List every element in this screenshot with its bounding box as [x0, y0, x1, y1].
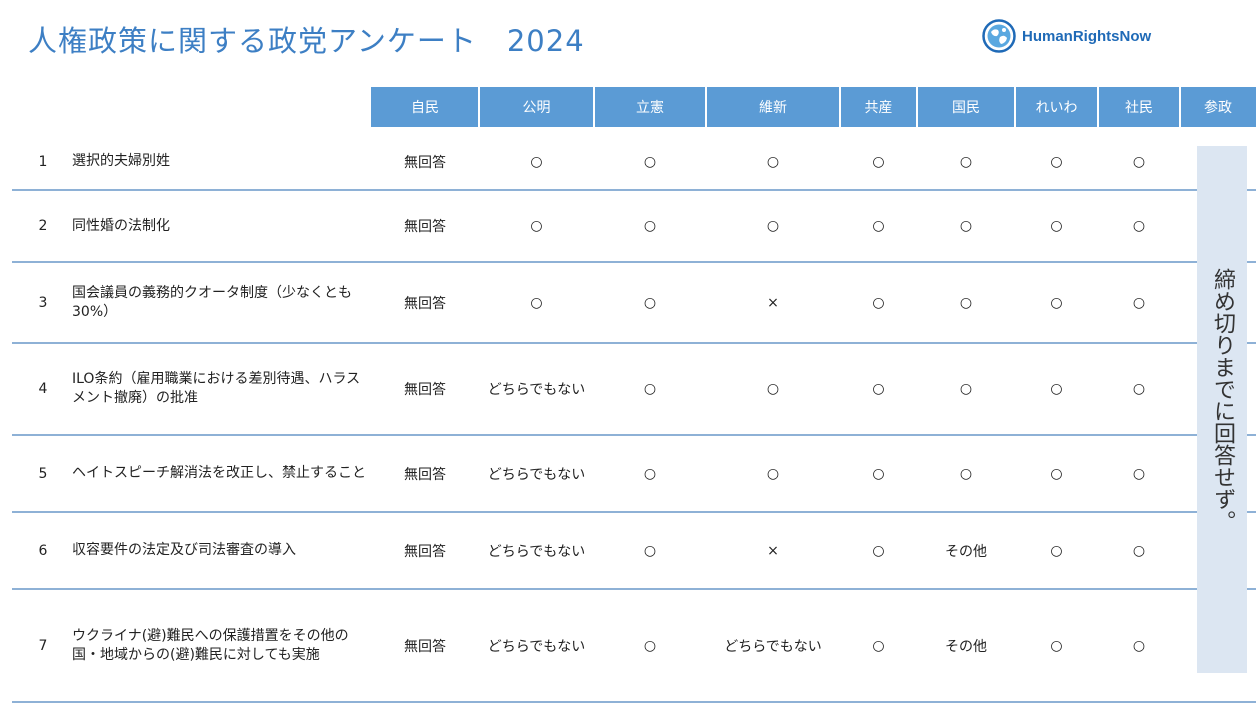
answer-cell: ○ — [643, 542, 657, 559]
answer-cell: どちらでもない — [487, 466, 586, 483]
answer-cell: ○ — [766, 465, 780, 482]
party-header: 立憲 — [594, 87, 706, 127]
answer-cell: ○ — [643, 381, 657, 397]
row-number: 2 — [38, 218, 48, 234]
answer-cell: ○ — [872, 465, 885, 482]
answer-cell: その他 — [945, 543, 987, 560]
answer-cell: ○ — [530, 294, 543, 311]
answer-cell: ○ — [643, 218, 657, 234]
answer-cell: ○ — [1132, 294, 1146, 311]
answer-cell: ○ — [872, 542, 885, 559]
answer-cell: ○ — [766, 218, 780, 234]
question-text: ウクライナ(避)難民への保護措置をその他の国・地域からの(避)難民に対しても実施 — [72, 627, 349, 663]
human-rights-now-logo: HumanRightsNow — [982, 19, 1151, 53]
answer-cell: ○ — [643, 465, 657, 482]
answer-cell: その他 — [945, 638, 987, 655]
answer-cell: ○ — [872, 381, 885, 397]
answer-cell: ○ — [1132, 381, 1146, 397]
header-divider — [839, 87, 841, 127]
header-divider — [1097, 87, 1099, 127]
answer-cell: どちらでもない — [724, 638, 822, 655]
question-text: ILO条約（雇用職業における差別待遇、ハラスメント撤廃）の批准 — [72, 371, 361, 406]
answer-cell: ○ — [1132, 465, 1146, 482]
header-divider — [705, 87, 707, 127]
answer-cell: ○ — [1132, 637, 1146, 654]
question-text: 国会議員の義務的クオータ制度（少なくとも30%） — [72, 284, 352, 320]
answer-cell: 無回答 — [404, 295, 446, 312]
row-number: 3 — [38, 294, 48, 311]
answer-cell: ○ — [1132, 542, 1146, 559]
answer-cell: × — [767, 542, 779, 559]
answer-cell: ○ — [766, 153, 780, 170]
row-number: 5 — [38, 465, 48, 482]
answer-cell: 無回答 — [404, 466, 446, 483]
party-header: 国民 — [917, 87, 1015, 127]
answer-cell: ○ — [643, 153, 657, 170]
row-number: 4 — [38, 381, 48, 397]
party-header: 参政 — [1180, 87, 1256, 127]
answer-cell: 無回答 — [404, 382, 446, 398]
answer-cell: ○ — [872, 294, 885, 311]
answer-cell: ○ — [872, 153, 885, 170]
page-title: 人権政策に関する政党アンケート 2024 — [28, 24, 585, 58]
party-header: 共産 — [840, 87, 917, 127]
answer-cell: 無回答 — [404, 638, 446, 655]
header-divider — [1179, 87, 1181, 127]
answer-cell: ○ — [959, 153, 973, 170]
party-header: 自民 — [371, 87, 479, 127]
answer-cell: ○ — [766, 381, 780, 397]
answer-cell: ○ — [959, 294, 973, 311]
answer-cell: ○ — [1050, 381, 1063, 397]
answer-cell: ○ — [530, 218, 543, 234]
answer-cell: 無回答 — [404, 219, 446, 235]
answer-cell: ○ — [1050, 637, 1063, 654]
answer-cell: ○ — [1050, 294, 1063, 311]
globe-icon — [982, 19, 1016, 53]
party-header: 維新 — [706, 87, 840, 127]
question-text: 同性婚の法制化 — [72, 217, 170, 234]
question-text: 収容要件の法定及び司法審査の導入 — [72, 542, 296, 558]
answer-cell: ○ — [1050, 465, 1063, 482]
answer-cell: ○ — [643, 637, 657, 654]
answer-cell: ○ — [959, 218, 973, 234]
answer-cell: ○ — [872, 637, 885, 654]
answer-cell: ○ — [530, 153, 543, 170]
row-number: 6 — [38, 542, 48, 559]
answer-cell: × — [767, 294, 779, 311]
answer-cell: ○ — [1050, 153, 1063, 170]
answer-cell: 無回答 — [404, 154, 446, 171]
header-divider — [593, 87, 595, 127]
answer-cell: 無回答 — [404, 543, 446, 560]
row-number: 1 — [38, 153, 48, 170]
row-divider — [12, 701, 1256, 703]
answer-cell: ○ — [959, 465, 973, 482]
header-divider — [916, 87, 918, 127]
answer-cell: ○ — [872, 218, 885, 234]
question-text: 選択的夫婦別姓 — [72, 153, 170, 169]
row-number: 7 — [38, 637, 48, 654]
answer-cell: ○ — [1132, 153, 1146, 170]
question-text: ヘイトスピーチ解消法を改正し、禁止すること — [72, 465, 366, 481]
answer-cell: ○ — [1050, 542, 1063, 559]
answer-cell: どちらでもない — [487, 638, 586, 655]
answer-cell: ○ — [1050, 218, 1063, 234]
party-header: 社民 — [1098, 87, 1180, 127]
logo-text: HumanRightsNow — [1022, 27, 1152, 45]
answer-cell: ○ — [959, 381, 973, 397]
header-divider — [478, 87, 480, 127]
header-divider — [1014, 87, 1016, 127]
no-response-note: 締め切りまでに回答せず。 — [1210, 268, 1235, 532]
answer-cell: どちらでもない — [487, 543, 586, 560]
answer-cell: ○ — [1132, 218, 1146, 234]
answer-cell: どちらでもない — [487, 382, 586, 398]
party-header: れいわ — [1015, 87, 1098, 127]
party-header: 公明 — [479, 87, 594, 127]
answer-cell: ○ — [643, 294, 657, 311]
